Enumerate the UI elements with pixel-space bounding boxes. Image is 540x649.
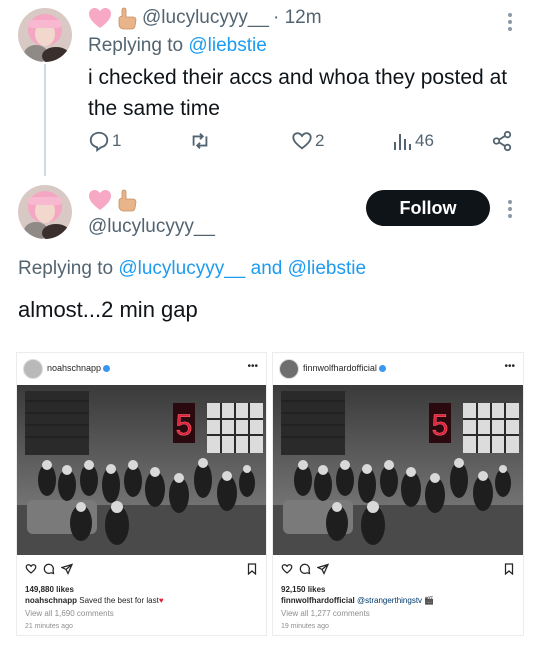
avatar[interactable]: [18, 8, 72, 62]
pink-heart-icon: [88, 7, 112, 29]
views-button[interactable]: 46: [392, 130, 434, 152]
ig-comment-icon: [299, 563, 311, 575]
ig-action-bar: [23, 563, 260, 577]
mention-link[interactable]: @liebstie: [188, 35, 266, 56]
pink-heart-icon: [88, 189, 112, 211]
ig-photo: 5: [17, 385, 266, 555]
ig-comment-icon: [43, 563, 55, 575]
tweet-actions: 1 2 46: [88, 130, 518, 158]
reply-count: 1: [112, 131, 122, 150]
reply-button[interactable]: 1: [88, 130, 121, 152]
reply-icon: [89, 131, 109, 152]
ig-caption: finnwolfhardofficial @strangerthingstv 🎬: [281, 596, 435, 605]
replying-label: Replying to: [18, 258, 119, 279]
ig-likes: 149,880 likes: [25, 585, 74, 594]
tweet-text: i checked their accs and whoa they poste…: [88, 66, 508, 120]
ig-bookmark-icon: [504, 563, 514, 575]
ig-share-icon: [317, 563, 329, 575]
clapper-icon: 🎬: [422, 596, 435, 605]
thread-line: [44, 64, 46, 176]
tweet-header: @lucylucyyy__ · 12m: [88, 6, 322, 30]
avatar[interactable]: [18, 185, 72, 239]
ig-action-bar: [279, 563, 517, 577]
attached-image-left[interactable]: noahschnapp ••• 5 149,880 likes noahschn…: [16, 352, 267, 636]
verified-icon: [103, 365, 111, 373]
ig-username: finnwolfhardofficial: [303, 363, 386, 373]
ig-timestamp: 21 minutes ago: [25, 623, 73, 630]
retweet-button[interactable]: [188, 130, 212, 152]
ig-comments-link: View all 1,277 comments: [281, 609, 370, 618]
replying-label: Replying to: [88, 35, 189, 56]
retweet-icon: [192, 133, 208, 149]
replying-to: Replying to @liebstie: [88, 35, 267, 57]
ig-photo: 5: [273, 385, 523, 555]
red-heart-icon: ♥: [158, 596, 164, 605]
ig-username: noahschnapp: [47, 363, 111, 373]
tweet-header-emoji: [88, 188, 142, 212]
follow-button[interactable]: Follow: [366, 190, 490, 226]
heart-icon: [292, 132, 312, 150]
ig-timestamp: 19 minutes ago: [281, 623, 329, 630]
ig-caption: noahschnapp Saved the best for last♥: [25, 596, 164, 605]
like-button[interactable]: 2: [291, 130, 324, 152]
like-count: 2: [315, 131, 325, 150]
share-button[interactable]: [491, 130, 513, 152]
pointing-hand-icon: [116, 188, 138, 212]
mention-link[interactable]: @lucylucyyy__: [118, 258, 245, 279]
ig-more-icon: •••: [247, 361, 258, 372]
ig-header: finnwolfhardofficial •••: [273, 353, 523, 385]
timestamp[interactable]: · 12m: [273, 7, 322, 29]
username[interactable]: @lucylucyyy__: [88, 216, 215, 238]
ig-heart-icon: [25, 564, 37, 574]
ig-comments-link: View all 1,690 comments: [25, 609, 114, 618]
ig-more-icon: •••: [504, 361, 515, 372]
neon-sign: 5: [432, 409, 449, 442]
ig-bookmark-icon: [247, 563, 257, 575]
neon-sign: 5: [176, 409, 193, 442]
verified-icon: [378, 365, 386, 373]
pointing-hand-icon: [116, 6, 138, 30]
tweet-text: almost...2 min gap: [18, 297, 198, 322]
and-label: and: [245, 258, 288, 279]
view-count: 46: [415, 131, 434, 150]
username[interactable]: @lucylucyyy__: [142, 7, 269, 29]
more-icon[interactable]: [506, 199, 514, 219]
ig-likes: 92,150 likes: [281, 585, 326, 594]
ig-heart-icon: [281, 564, 293, 574]
replying-to: Replying to @lucylucyyy__ and @liebstie: [18, 258, 366, 280]
share-icon: [492, 130, 512, 152]
ig-share-icon: [61, 563, 73, 575]
attached-image-right[interactable]: finnwolfhardofficial ••• 5 92,150 likes …: [272, 352, 524, 636]
mention-link[interactable]: @liebstie: [288, 258, 366, 279]
ig-header: noahschnapp •••: [17, 353, 266, 385]
ig-avatar: [279, 359, 299, 379]
ig-avatar: [23, 359, 43, 379]
more-icon[interactable]: [506, 12, 514, 32]
analytics-icon: [394, 134, 411, 150]
